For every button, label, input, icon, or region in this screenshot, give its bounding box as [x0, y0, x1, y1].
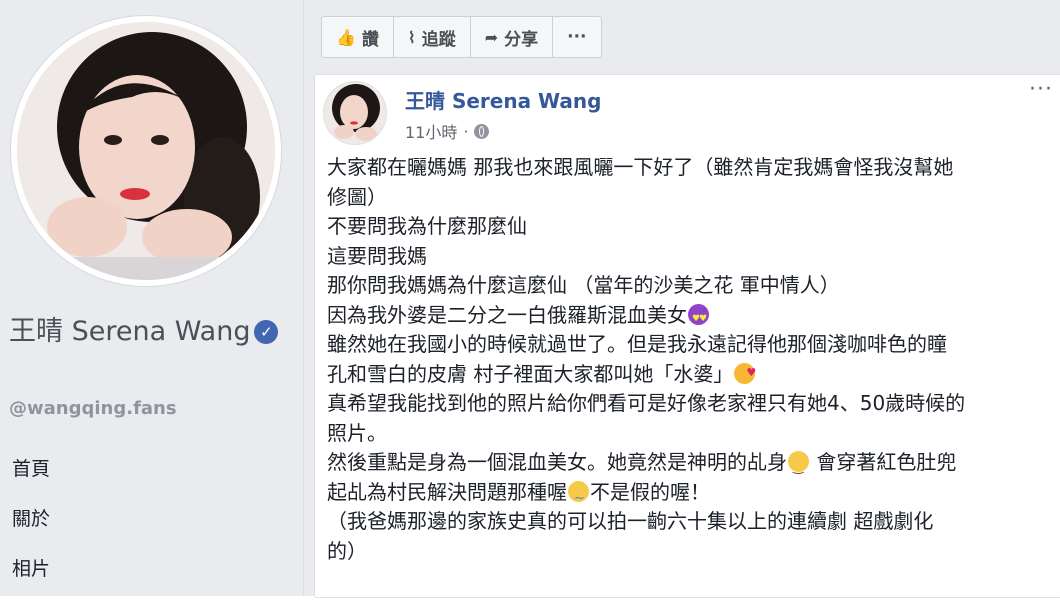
relieved-face-emoji-icon: [788, 451, 809, 483]
profile-photo-image: [17, 22, 275, 280]
post-line-text: 這要問我媽: [327, 243, 427, 268]
post-line-text: 不要問我為什麼那麼仙: [327, 214, 527, 238]
nav-item-about[interactable]: 關於: [12, 503, 292, 553]
share-arrow-icon: ➦: [484, 27, 499, 47]
page-handle[interactable]: @wangqing.fans: [9, 398, 177, 419]
post-line-text-after: 不是假的喔！: [590, 479, 710, 504]
post-line-text: 然後重點是身為一個混血美女。她竟然是神明的乩身: [327, 450, 787, 474]
post-line-text: 那你問我媽媽為什麼這麼仙 （當年的沙美之花 軍中情人）: [327, 273, 840, 297]
smiling-hearts-emoji-icon: [734, 358, 756, 387]
share-button[interactable]: ➦ 分享: [471, 17, 554, 57]
post-line-text-after: 會穿著紅色肚兜: [810, 450, 957, 474]
page-action-bar: 👍 讚 ⌇ 追蹤 ➦ 分享 ···: [321, 16, 602, 58]
post-line-text: （我爸媽那邊的家族史真的可以拍一齣六十集以上的連續劇 超戲劇化: [327, 509, 934, 533]
follow-button[interactable]: ⌇ 追蹤: [394, 17, 471, 57]
page-name-text: 王晴 Serena Wang: [9, 316, 251, 347]
verified-badge-icon: ✓: [254, 320, 279, 344]
meta-separator: ·: [463, 121, 469, 141]
post-author-avatar[interactable]: [323, 81, 387, 145]
post-line-text: 因為我外婆是二分之一白俄羅斯混血美女: [327, 302, 687, 327]
post-line-text: 起乩為村民解決問題那種喔: [327, 479, 567, 504]
post-line: 那你問我媽媽為什麼這麼仙 （當年的沙美之花 軍中情人）: [327, 271, 1052, 301]
post-line: （我爸媽那邊的家族史真的可以拍一齣六十集以上的連續劇 超戲劇化: [327, 507, 1052, 537]
more-options-button[interactable]: ···: [553, 17, 600, 57]
post-line: 修圖）: [327, 183, 1052, 213]
post-card: 王晴 Serena Wang 11小時 · ··· 大家都在曬媽媽 那我也來跟風…: [314, 74, 1060, 598]
post-line: 這要問我媽: [327, 242, 1052, 272]
post-more-icon[interactable]: ···: [1029, 77, 1053, 102]
post-line: 不要問我為什麼那麼仙: [327, 212, 1052, 242]
post-line: 孔和雪白的皮膚 村子裡面大家都叫她「水婆」: [327, 358, 1052, 390]
post-line-text: 孔和雪白的皮膚 村子裡面大家都叫她「水婆」: [327, 361, 734, 386]
post-line: 然後重點是身為一個混血美女。她竟然是神明的乩身 會穿著紅色肚兜: [327, 448, 1052, 483]
follow-button-label: 追蹤: [421, 29, 456, 50]
nav-item-home[interactable]: 首頁: [12, 453, 292, 503]
post-author-name[interactable]: 王晴 Serena Wang: [405, 85, 601, 114]
post-line-text: 的）: [327, 538, 367, 563]
post-line-text: 雖然她在我國小的時候就過世了。但是我永遠記得他那個淺咖啡色的瞳: [327, 332, 947, 356]
post-line: 起乩為村民解決問題那種喔不是假的喔！: [327, 478, 1052, 514]
post-line-text: 大家都在曬媽媽 那我也來跟風曬一下好了（雖然肯定我媽會怪我沒幫她: [327, 155, 954, 179]
like-button-label: 讚: [361, 29, 379, 50]
page-name[interactable]: 王晴 Serena Wang ✓: [9, 312, 289, 352]
globe-icon[interactable]: [474, 123, 490, 139]
post-timestamp[interactable]: 11小時: [405, 119, 457, 143]
post-line-text: 照片。: [327, 420, 387, 445]
post-line-text: 修圖）: [327, 184, 387, 209]
post-line: 大家都在曬媽媽 那我也來跟風曬一下好了（雖然肯定我媽會怪我沒幫她: [327, 153, 1052, 183]
post-body: 大家都在曬媽媽 那我也來跟風曬一下好了（雖然肯定我媽會怪我沒幫她 修圖） 不要問…: [327, 153, 1052, 566]
tears-of-joy-emoji-icon: [568, 480, 589, 513]
post-line: 因為我外婆是二分之一白俄羅斯混血美女: [327, 301, 1052, 334]
profile-picture[interactable]: [11, 16, 281, 286]
thumbs-up-icon: 👍: [336, 27, 356, 47]
share-button-label: 分享: [504, 29, 539, 50]
heart-eyes-emoji-icon: [688, 303, 709, 334]
rss-follow-icon: ⌇: [407, 27, 416, 47]
page-nav: 首頁 關於 相片: [12, 453, 292, 603]
post-line: 的）: [327, 537, 1052, 567]
post-line: 雖然她在我國小的時候就過世了。但是我永遠記得他那個淺咖啡色的瞳: [327, 330, 1052, 360]
post-line: 真希望我能找到他的照片給你們看可是好像老家裡只有她4、50歲時候的: [327, 389, 1052, 419]
post-line-text: 真希望我能找到他的照片給你們看可是好像老家裡只有她4、50歲時候的: [327, 391, 966, 415]
main-column: 👍 讚 ⌇ 追蹤 ➦ 分享 ··· 王晴 Serena Wang 11小時 · …: [304, 0, 1060, 598]
more-options-icon: ···: [567, 27, 587, 47]
like-button[interactable]: 👍 讚: [322, 17, 394, 57]
left-sidebar: 王晴 Serena Wang ✓ @wangqing.fans 首頁 關於 相片: [0, 0, 304, 596]
post-line: 照片。: [327, 419, 1052, 449]
post-meta: 11小時 ·: [405, 119, 490, 143]
